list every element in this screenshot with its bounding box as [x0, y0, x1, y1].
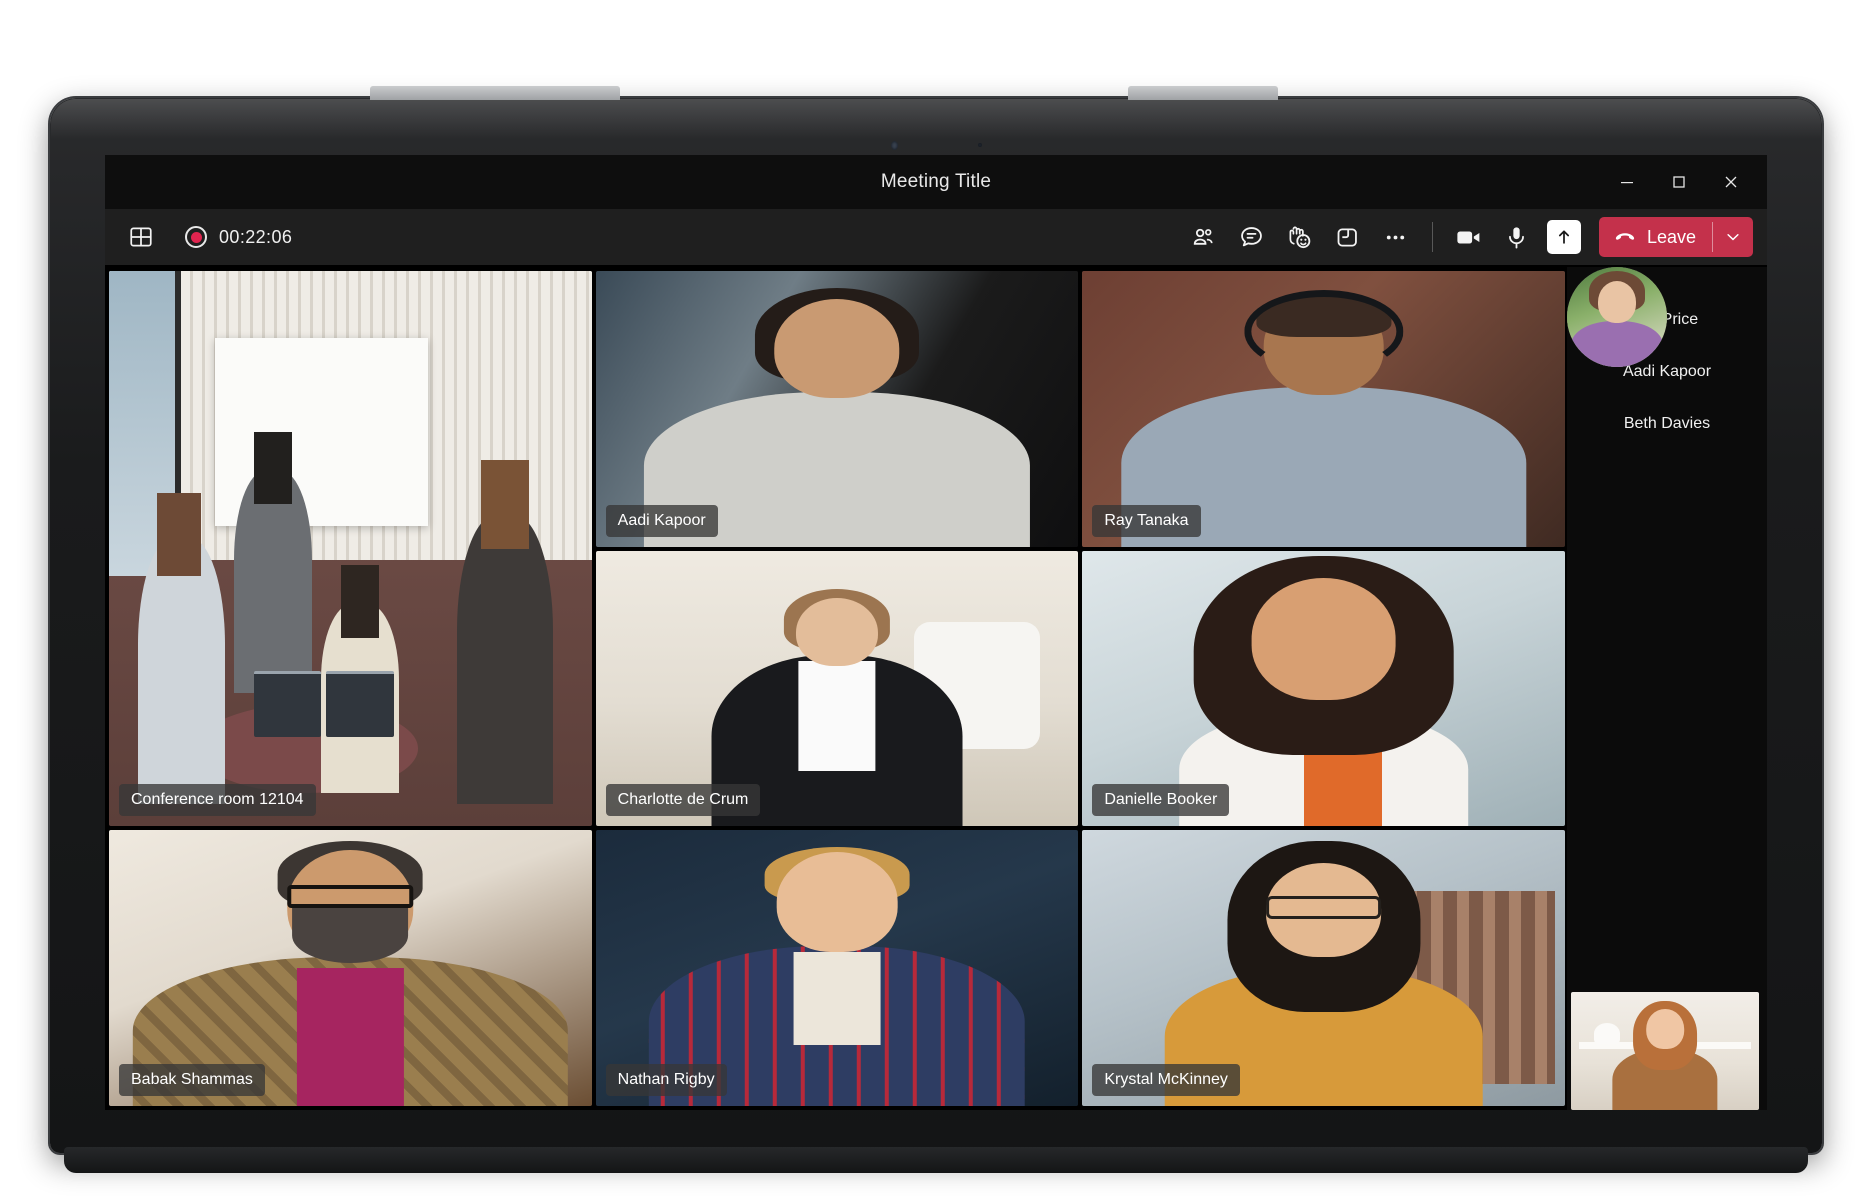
roster-item-beth-davies[interactable]: Beth Davies [1567, 267, 1711, 433]
chat-button[interactable] [1230, 217, 1274, 257]
video-tile-conference-room[interactable]: Conference room 12104 [109, 271, 592, 827]
record-dot [190, 231, 202, 243]
scene-glasses [287, 885, 414, 908]
raise-hand-reaction-icon [1289, 226, 1311, 248]
scene-person-3-head [340, 565, 380, 638]
camera-toggle-button[interactable] [1447, 217, 1491, 257]
tile-name-label: Aadi Kapoor [605, 504, 718, 537]
scene-glasses [1265, 896, 1382, 919]
tile-name-label: Danielle Booker [1092, 784, 1230, 817]
device-hinge-right [1128, 86, 1278, 100]
scene-lamp [1593, 1022, 1620, 1044]
meeting-stage: Conference room 12104 Babak Shammas Aadi… [105, 265, 1767, 1110]
tile-name-label: Krystal McKinney [1092, 1063, 1240, 1096]
video-feed-conference-room [109, 271, 592, 827]
chat-icon [1241, 226, 1263, 246]
title-bar: Meeting Title [105, 155, 1767, 209]
window-controls [1601, 155, 1757, 209]
leave-button-label: Leave [1646, 226, 1696, 247]
tile-name-label: Nathan Rigby [605, 1063, 727, 1096]
breakout-rooms-icon [1338, 228, 1358, 246]
scene-shirt [297, 968, 404, 1106]
chevron-down-icon [1727, 234, 1739, 241]
scene-person-2 [234, 470, 312, 694]
recording-timer: 00:22:06 [219, 226, 293, 247]
scene-person-1-head [157, 493, 201, 577]
scene-head [795, 597, 879, 667]
scene-torso [1571, 321, 1663, 367]
recording-indicator: 00:22:06 [185, 226, 292, 248]
camera-icon [1457, 230, 1480, 244]
people-button[interactable] [1182, 217, 1226, 257]
video-tile-babak-shammas[interactable]: Babak Shammas [109, 830, 592, 1106]
reactions-button[interactable] [1278, 217, 1322, 257]
video-tile-aadi-kapoor[interactable]: Aadi Kapoor [595, 271, 1079, 547]
tile-name-label: Babak Shammas [119, 1063, 265, 1096]
scene-beard [292, 907, 409, 963]
scene-head [1251, 578, 1397, 700]
webcam-indicator-icon [977, 143, 982, 147]
scene-laptop-2 [326, 670, 394, 738]
video-tile-charlotte-de-crum[interactable]: Charlotte de Crum [595, 550, 1079, 827]
share-content-button[interactable] [1546, 220, 1581, 254]
grid-layout-icon [130, 227, 152, 247]
tile-name-label: Charlotte de Crum [605, 784, 761, 817]
tile-name-label: Conference room 12104 [119, 784, 316, 817]
meeting-toolbar: 00:22:06 Leave [105, 209, 1767, 265]
avatar [1567, 267, 1667, 367]
leave-control-group: Leave [1598, 217, 1753, 257]
scene-shirt [798, 660, 876, 772]
scene-shirt [793, 951, 881, 1046]
meeting-app-window: Meeting Title 00:22:06 Leave Conference … [105, 155, 1767, 1110]
video-tile-nathan-rigby[interactable]: Nathan Rigby [595, 830, 1079, 1106]
close-button[interactable] [1705, 155, 1757, 209]
leave-button[interactable]: Leave [1599, 217, 1712, 257]
toolbar-left-group: 00:22:06 [119, 217, 292, 257]
device-base [64, 1147, 1808, 1173]
microphone-icon [1509, 226, 1525, 249]
window-title: Meeting Title [880, 171, 992, 192]
scene-head [774, 298, 900, 398]
video-feed-self-view [1571, 992, 1759, 1110]
leave-dropdown-button[interactable] [1713, 217, 1753, 257]
scene-head [1598, 281, 1636, 323]
maximize-button[interactable] [1653, 155, 1705, 209]
scene-head [776, 852, 898, 952]
scene-person-1 [137, 537, 225, 805]
record-icon [185, 226, 207, 248]
mic-toggle-button[interactable] [1495, 217, 1539, 257]
close-icon [1725, 176, 1737, 188]
video-tile-danielle-booker[interactable]: Danielle Booker [1082, 550, 1565, 827]
share-upload-icon [1558, 230, 1569, 244]
scene-headset [1244, 290, 1404, 373]
device-hinge-left [370, 86, 620, 100]
gallery-layout-button[interactable] [119, 217, 163, 257]
ellipsis-icon [1387, 235, 1405, 239]
toolbar-divider [1431, 222, 1433, 252]
maximize-icon [1673, 176, 1685, 188]
self-view-tile[interactable] [1571, 992, 1759, 1110]
scene-head [1646, 1008, 1684, 1049]
people-icon [1194, 228, 1214, 245]
more-actions-button[interactable] [1374, 217, 1418, 257]
hang-up-phone-icon [1615, 233, 1635, 240]
video-grid: Conference room 12104 Babak Shammas Aadi… [105, 267, 1567, 1110]
minimize-button[interactable] [1601, 155, 1653, 209]
webcam-lens-icon [890, 140, 898, 150]
participant-roster-rail: MJ Price Aadi Kapoor Beth Davies [1567, 267, 1767, 1110]
scene-person-4 [456, 515, 554, 805]
scene-person-4-head [480, 459, 529, 549]
scene-person-2-head [253, 432, 293, 505]
video-tile-ray-tanaka[interactable]: Ray Tanaka [1082, 271, 1565, 547]
tile-name-label: Ray Tanaka [1092, 504, 1201, 537]
device-webcam [876, 140, 996, 150]
roster-item-label: Beth Davies [1623, 415, 1711, 432]
breakout-rooms-button[interactable] [1326, 217, 1370, 257]
video-tile-krystal-mckinney[interactable]: Krystal McKinney [1082, 830, 1565, 1106]
toolbar-right-group: Leave [1182, 217, 1753, 257]
scene-laptop-1 [253, 670, 322, 738]
minimize-icon [1621, 182, 1633, 184]
